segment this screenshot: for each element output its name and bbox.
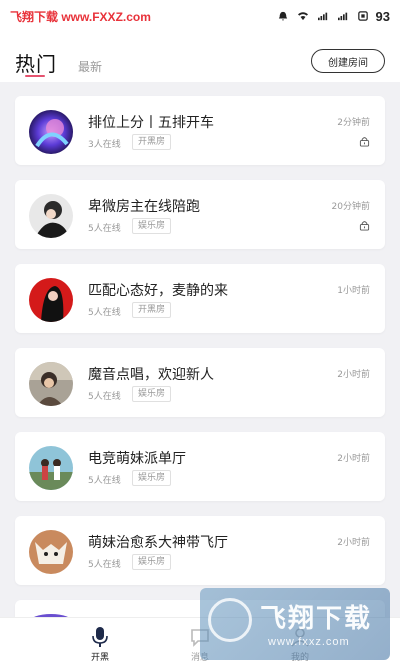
alarm-icon (278, 11, 287, 21)
room-avatar (29, 110, 73, 154)
online-count: 5人在线 (88, 224, 121, 234)
status-icons: 93 (276, 9, 390, 24)
online-count: 3人在线 (88, 140, 121, 150)
tab-active-indicator (25, 75, 45, 77)
room-card[interactable]: 卑微房主在线陪跑 5人在线 娱乐房 20分钟前 (15, 180, 385, 249)
room-type-tag: 娱乐房 (132, 386, 172, 402)
room-name: 电竞萌妹派单厅 (88, 451, 186, 467)
watermark-logo-icon (208, 598, 252, 642)
online-count: 5人在线 (88, 560, 121, 570)
room-name: 卑微房主在线陪跑 (88, 199, 200, 215)
room-avatar (29, 530, 73, 574)
lock-icon (359, 137, 370, 147)
room-name: 匹配心态好，麦静的来 (88, 283, 228, 299)
room-time: 1小时前 (337, 286, 370, 296)
room-name: 萌妹治愈系大神带飞厅 (88, 535, 228, 551)
watermark-title: 飞翔下载 (260, 604, 373, 634)
room-card[interactable]: 萌妹治愈系大神带飞厅 5人在线 娱乐房 2小时前 (15, 516, 385, 585)
room-card[interactable]: 魔音点唱，欢迎新人 5人在线 娱乐房 2小时前 (15, 348, 385, 417)
room-time: 2小时前 (337, 370, 370, 380)
room-type-tag: 开黑房 (132, 134, 172, 150)
watermark-text: 飞翔下载 www.FXXZ.com (10, 9, 151, 24)
status-bar: 飞翔下载 www.FXXZ.com 93 (0, 0, 400, 32)
room-type-tag: 娱乐房 (132, 218, 172, 234)
create-room-button[interactable]: 创建房间 (311, 49, 385, 73)
room-time: 20分钟前 (331, 202, 370, 212)
signal-icon (317, 12, 327, 21)
room-card[interactable]: 匹配心态好，麦静的来 5人在线 开黑房 1小时前 (15, 264, 385, 333)
nav-label: 开黑 (90, 653, 109, 663)
battery-level: 93 (375, 8, 390, 24)
header: 热门 最新 创建房间 (0, 32, 400, 82)
room-type-tag: 开黑房 (132, 302, 172, 318)
room-avatar (29, 278, 73, 322)
tab-hot[interactable]: 热门 (15, 48, 57, 77)
watermark-url: www.fxxz.com (268, 636, 350, 648)
room-name: 排位上分丨五排开车 (88, 115, 214, 131)
wifi-icon (297, 12, 308, 21)
microphone-icon (92, 627, 108, 647)
tab-new[interactable]: 最新 (78, 58, 102, 75)
room-time: 2分钟前 (337, 118, 370, 128)
room-avatar (29, 194, 73, 238)
signal-icon-2 (337, 12, 347, 21)
online-count: 5人在线 (88, 476, 121, 486)
online-count: 5人在线 (88, 308, 121, 318)
room-card[interactable]: 电竞萌妹派单厅 5人在线 娱乐房 2小时前 (15, 432, 385, 501)
watermark-overlay: 飞翔下载 www.fxxz.com (200, 588, 390, 660)
nfc-icon (357, 11, 368, 21)
room-name: 魔音点唱，欢迎新人 (88, 367, 214, 383)
room-avatar (29, 446, 73, 490)
room-type-tag: 娱乐房 (132, 554, 172, 570)
room-time: 2小时前 (337, 454, 370, 464)
online-count: 5人在线 (88, 392, 121, 402)
room-avatar (29, 362, 73, 406)
lock-icon (359, 221, 370, 231)
nav-item-kaihei[interactable]: 开黑 (70, 626, 130, 663)
room-type-tag: 娱乐房 (132, 470, 172, 486)
room-time: 2小时前 (337, 538, 370, 548)
room-card[interactable]: 排位上分丨五排开车 3人在线 开黑房 2分钟前 (15, 96, 385, 165)
